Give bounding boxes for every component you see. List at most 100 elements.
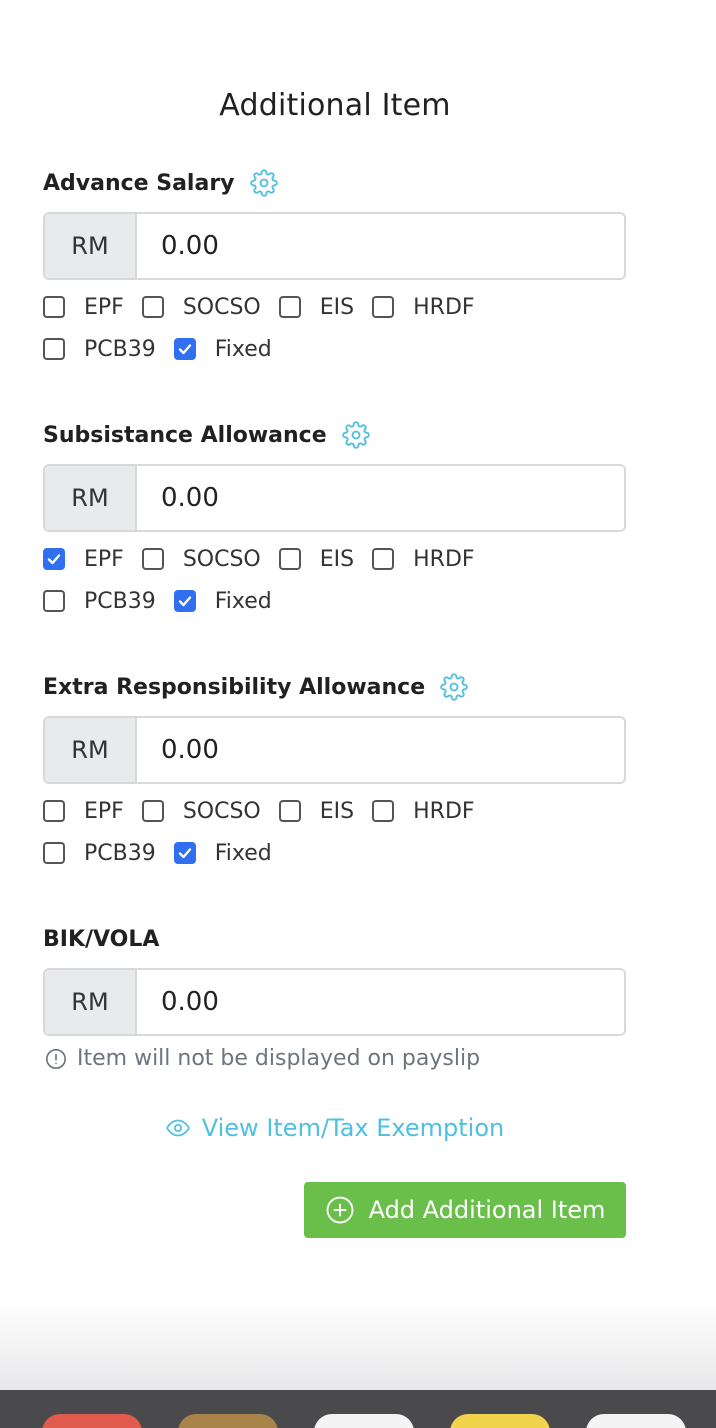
gear-icon[interactable] [439,672,469,702]
checkbox-box[interactable] [278,548,301,570]
dock-app-icon[interactable] [314,1414,414,1428]
gear-icon[interactable] [249,168,279,198]
currency-addon: RM [45,466,137,530]
checkbox-label: SOCSO [182,294,261,320]
options-row: PCB39 Fixed [43,580,626,622]
checkbox-box[interactable] [43,842,65,864]
checkbox-hrdf[interactable]: HRDF [372,294,475,320]
checkbox-fixed[interactable]: Fixed [173,840,272,866]
checkbox-label: PCB39 [84,840,156,866]
check-icon [178,596,191,607]
checkbox-eis[interactable]: EIS [278,294,355,320]
checkbox-label: PCB39 [84,336,156,362]
checkbox-label: SOCSO [182,798,261,824]
options-row: PCB39 Fixed [43,328,626,370]
checkbox-label: Fixed [214,336,272,362]
checkbox-label: EIS [319,294,355,320]
options-row: PCB39 Fixed [43,832,626,874]
checkbox-label: EPF [84,798,124,824]
dock-app-icon[interactable] [42,1414,142,1428]
checkbox-socso[interactable]: SOCSO [141,546,261,572]
amount-input[interactable] [137,214,624,278]
checkbox-label: EIS [319,798,355,824]
os-dock [0,1390,716,1428]
checkbox-label: Fixed [214,840,272,866]
bottom-fade [0,1300,716,1392]
checkbox-box[interactable] [141,296,164,318]
note-text: Item will not be displayed on payslip [77,1046,481,1071]
item-extra-responsibility-allowance: Extra Responsibility Allowance RM EPF SO… [43,670,626,874]
checkbox-box[interactable] [278,296,301,318]
amount-input[interactable] [137,466,624,530]
checkbox-box[interactable] [372,548,395,570]
checkbox-label: Fixed [214,588,272,614]
plus-circle-icon [326,1196,354,1224]
checkbox-fixed[interactable]: Fixed [173,588,272,614]
checkbox-pcb39[interactable]: PCB39 [43,841,156,866]
amount-input-group: RM [43,212,626,280]
check-icon [47,554,61,565]
item-header: BIK/VOLA [43,922,626,956]
checkbox-label: HRDF [413,798,475,824]
checkbox-hrdf[interactable]: HRDF [372,546,475,572]
checkbox-epf[interactable]: EPF [43,799,124,824]
add-additional-item-button[interactable]: Add Additional Item [304,1182,626,1238]
checkbox-box[interactable] [278,800,301,822]
checkbox-eis[interactable]: EIS [278,798,355,824]
checkbox-box[interactable] [173,842,196,864]
item-subsistance-allowance: Subsistance Allowance RM EPF SOCSO EIS H… [43,418,626,622]
checkbox-box[interactable] [43,338,65,360]
checkbox-hrdf[interactable]: HRDF [372,798,475,824]
item-header: Extra Responsibility Allowance [43,670,626,704]
checkbox-box[interactable] [43,296,65,318]
checkbox-socso[interactable]: SOCSO [141,798,261,824]
amount-input-group: RM [43,716,626,784]
payslip-note: Item will not be displayed on payslip [43,1046,626,1071]
checkbox-eis[interactable]: EIS [278,546,355,572]
options-row: EPF SOCSO EIS HRDF [43,286,626,328]
check-icon [178,848,191,859]
checkbox-box[interactable] [173,590,196,612]
checkbox-socso[interactable]: SOCSO [141,294,261,320]
eye-icon [165,1119,190,1137]
dock-app-icon[interactable] [178,1414,278,1428]
view-exemption-link[interactable]: View Item/Tax Exemption [0,1114,670,1142]
checkbox-label: PCB39 [84,588,156,614]
amount-input[interactable] [137,718,624,782]
checkbox-epf[interactable]: EPF [43,295,124,320]
gear-icon[interactable] [341,420,371,450]
item-header: Advance Salary [43,166,626,200]
checkbox-fixed[interactable]: Fixed [173,336,272,362]
checkbox-pcb39[interactable]: PCB39 [43,337,156,362]
dock-app-icon[interactable] [586,1414,686,1428]
amount-input-group: RM [43,968,626,1036]
checkbox-box[interactable] [141,548,164,570]
checkbox-label: EPF [84,546,124,572]
options-row: EPF SOCSO EIS HRDF [43,790,626,832]
checkbox-box[interactable] [43,590,65,612]
currency-addon: RM [45,970,137,1034]
checkbox-label: HRDF [413,294,475,320]
checkbox-label: EIS [319,546,355,572]
checkbox-box[interactable] [372,296,395,318]
checkbox-epf[interactable]: EPF [43,547,124,572]
checkbox-label: EPF [84,294,124,320]
item-label: BIK/VOLA [43,926,160,952]
checkbox-box[interactable] [43,800,65,822]
checkbox-pcb39[interactable]: PCB39 [43,589,156,614]
item-advance-salary: Advance Salary RM EPF SOCSO EIS HRDF PCB… [43,166,626,370]
checkbox-label: HRDF [413,546,475,572]
checkbox-box[interactable] [173,338,196,360]
amount-input-group: RM [43,464,626,532]
view-exemption-label: View Item/Tax Exemption [201,1114,505,1142]
checkbox-box[interactable] [141,800,164,822]
amount-input[interactable] [137,970,624,1034]
checkbox-label: SOCSO [182,546,261,572]
checkbox-box[interactable] [43,548,65,570]
dock-app-icon[interactable] [450,1414,550,1428]
item-bik-vola: BIK/VOLA RM Item will not be displayed o… [43,922,626,1071]
checkbox-box[interactable] [372,800,395,822]
panel-title: Additional Item [219,88,451,123]
options-row: EPF SOCSO EIS HRDF [43,538,626,580]
additional-item-panel: Additional Item Advance Salary RM EPF SO… [0,0,716,1428]
